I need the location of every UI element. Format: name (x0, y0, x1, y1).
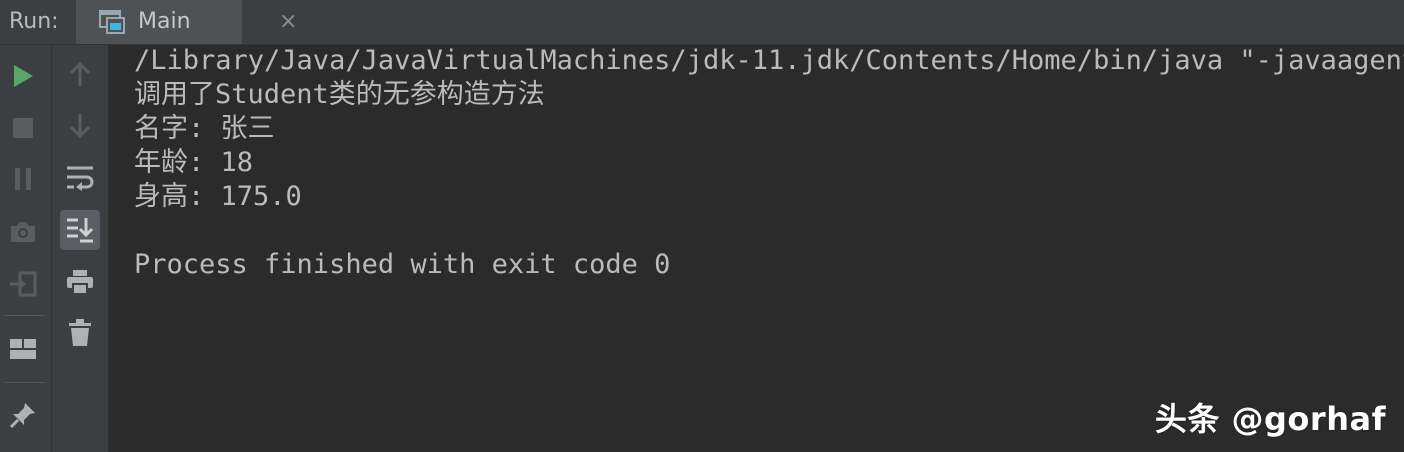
run-tab-bar: Run: Main × (0, 0, 1404, 45)
play-icon (12, 64, 34, 88)
pin-tab-button[interactable] (3, 395, 43, 435)
clear-all-button[interactable] (60, 313, 100, 353)
soft-wrap-icon (66, 165, 94, 191)
watermark: 头条 @gorhaf (1154, 400, 1386, 438)
application-window-icon (98, 9, 126, 35)
scroll-to-end-icon (66, 217, 94, 243)
console-line: 名字: 张三 (134, 113, 275, 144)
scroll-to-end-button[interactable] (60, 210, 100, 250)
camera-icon (9, 220, 37, 244)
run-toolbar-primary (0, 45, 52, 452)
dump-threads-button[interactable] (3, 212, 43, 252)
print-icon (66, 269, 94, 295)
console-line: 年龄: 18 (134, 147, 254, 178)
run-tool-window: Run: Main × /Library/Java/JavaVirtualMac… (0, 0, 1404, 452)
arrow-up-icon (69, 61, 91, 87)
pause-icon (13, 167, 33, 191)
run-toolbar-secondary (52, 45, 109, 452)
pin-icon (10, 402, 36, 428)
rerun-button[interactable] (3, 56, 43, 96)
print-button[interactable] (60, 262, 100, 302)
exit-button[interactable] (3, 264, 43, 304)
stop-icon (12, 117, 34, 139)
layout-icon (9, 338, 37, 360)
exit-login-icon (9, 271, 37, 297)
stop-button[interactable] (3, 108, 43, 148)
tab-main-label: Main (138, 9, 191, 34)
console-line: 调用了Student类的无参构造方法 (134, 79, 545, 110)
console-line-exit-status: Process finished with exit code 0 (134, 249, 671, 280)
toolbar-divider (5, 382, 45, 383)
run-label: Run: (9, 9, 59, 34)
console-line: 身高: 175.0 (134, 181, 302, 212)
previous-occurrence-button[interactable] (60, 54, 100, 94)
next-occurrence-button[interactable] (60, 106, 100, 146)
close-icon[interactable]: × (279, 9, 297, 34)
soft-wrap-button[interactable] (60, 158, 100, 198)
arrow-down-icon (69, 113, 91, 139)
tab-main[interactable]: Main × (76, 0, 297, 44)
restore-layout-button[interactable] (3, 329, 43, 369)
toolbar-divider (5, 315, 45, 316)
console-line-command: /Library/Java/JavaVirtualMachines/jdk-11… (134, 45, 1404, 76)
trash-icon (68, 319, 92, 347)
pause-button[interactable] (3, 159, 43, 199)
console-output[interactable]: /Library/Java/JavaVirtualMachines/jdk-11… (134, 44, 1404, 282)
